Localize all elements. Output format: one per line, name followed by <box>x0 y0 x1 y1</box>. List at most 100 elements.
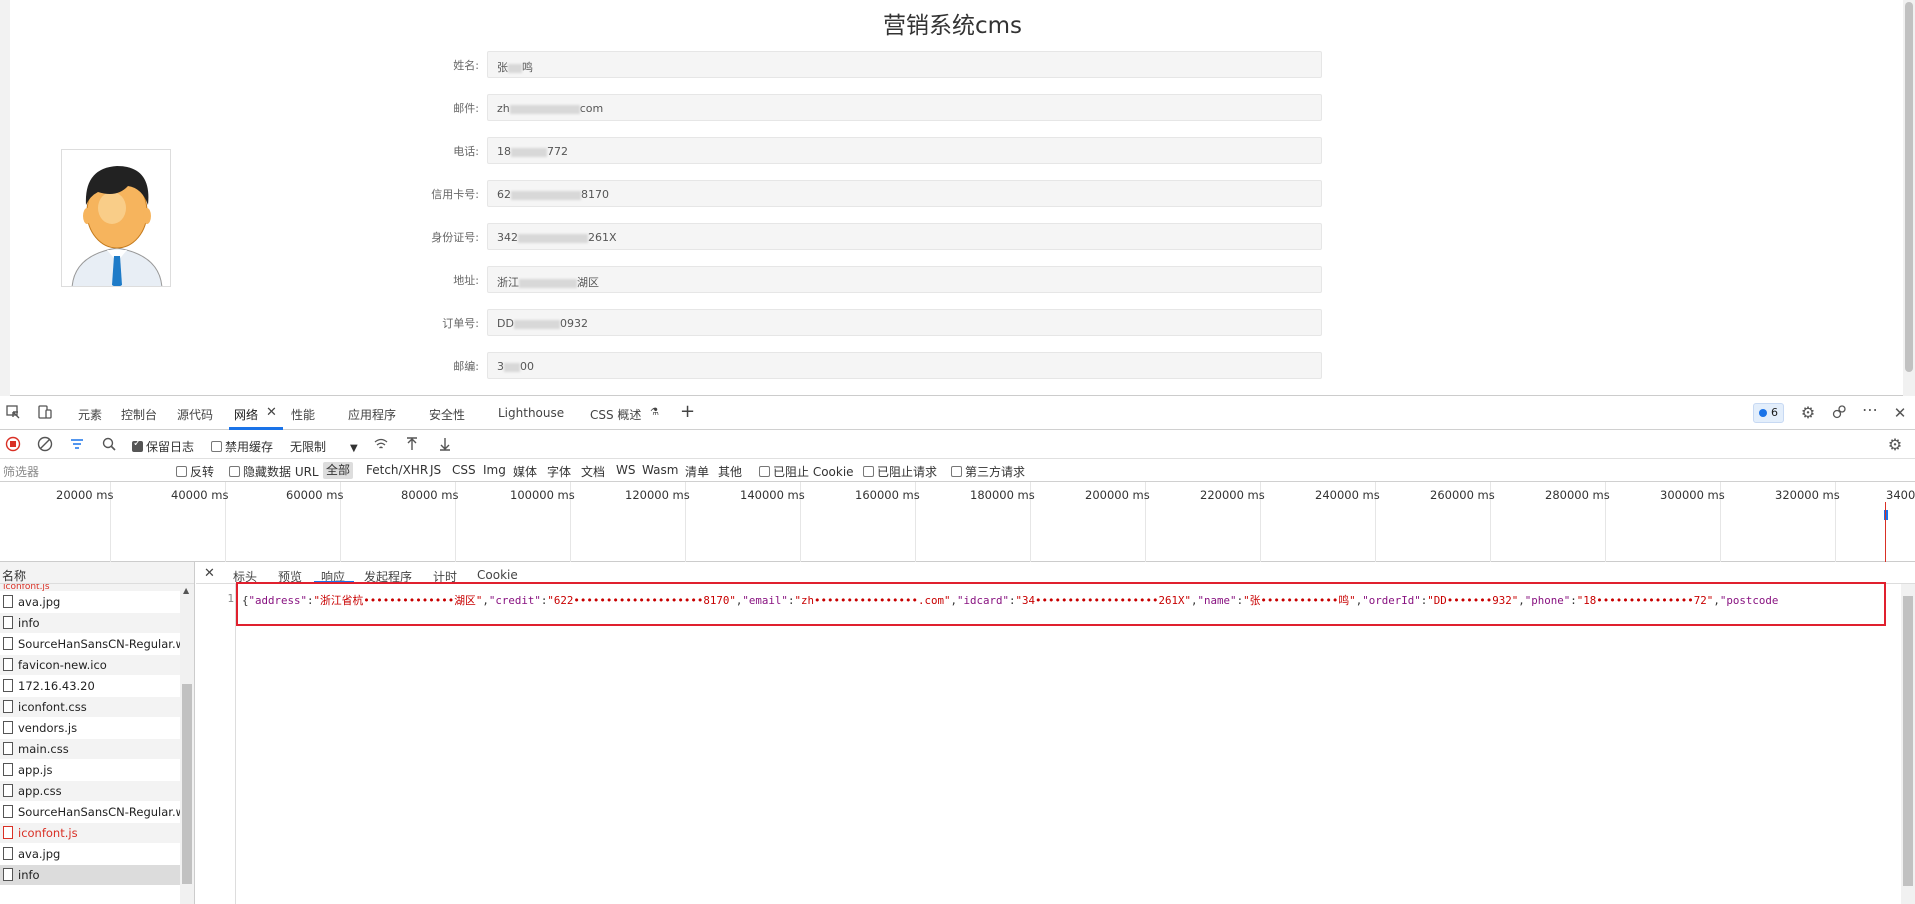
network-timeline[interactable]: 20000 ms 40000 ms 60000 ms 80000 ms 1000… <box>0 482 1915 562</box>
remote-devices-icon[interactable] <box>1830 404 1848 422</box>
blocked-cookies-checkbox[interactable]: 已阻止 Cookie <box>759 463 854 480</box>
filter-icon[interactable] <box>68 436 86 454</box>
tab-performance[interactable]: 性能 <box>291 406 315 423</box>
export-har-icon[interactable] <box>436 436 454 454</box>
tab-security[interactable]: 安全性 <box>429 406 465 423</box>
list-item[interactable]: iconfont.js <box>0 823 180 844</box>
issues-badge[interactable]: 6 <box>1753 403 1784 423</box>
page-scroll-thumb[interactable] <box>1905 2 1913 372</box>
timeline-tick: 100000 ms <box>510 488 575 502</box>
list-item[interactable]: app.js <box>0 760 180 781</box>
list-item[interactable]: iconfont.js <box>0 584 180 592</box>
phone-field[interactable]: 18 772 <box>487 137 1322 164</box>
field-label: 邮件: <box>453 102 479 115</box>
name-field[interactable]: 张鸣 <box>487 51 1322 78</box>
timeline-tick: 280000 ms <box>1545 488 1610 502</box>
order-id-field[interactable]: DD 0932 <box>487 309 1322 336</box>
tab-elements[interactable]: 元素 <box>78 406 102 423</box>
list-item-selected[interactable]: info <box>0 865 180 886</box>
tab-cookies[interactable]: Cookie <box>477 568 518 582</box>
filter-type-other[interactable]: 其他 <box>718 463 742 480</box>
chevron-down-icon: ▼ <box>350 443 358 454</box>
filter-type-wasm[interactable]: Wasm <box>642 463 678 477</box>
filter-type-ws[interactable]: WS <box>616 463 635 477</box>
filter-type-font[interactable]: 字体 <box>547 463 571 480</box>
email-field[interactable]: zh com <box>487 94 1322 121</box>
timeline-tick: 20000 ms <box>56 488 114 502</box>
tab-css-overview[interactable]: CSS 概述 <box>590 406 641 423</box>
form-row-credit: 信用卡号: 62 8170 <box>400 180 1322 207</box>
web-page: 营销系统cms 姓名: 张鸣 邮件: zh com 电话: 18 772 信用卡号:… <box>0 0 1915 396</box>
record-stop-icon[interactable] <box>4 436 22 454</box>
field-label: 地址: <box>453 274 479 287</box>
invert-checkbox[interactable]: 反转 <box>176 463 214 480</box>
clear-icon[interactable] <box>36 436 54 454</box>
request-list-scrollbar[interactable]: ▲ <box>180 584 194 904</box>
tab-lighthouse[interactable]: Lighthouse <box>498 406 564 420</box>
filter-type-media[interactable]: 媒体 <box>513 463 537 480</box>
filter-input[interactable]: 筛选器 <box>3 463 39 480</box>
tab-application[interactable]: 应用程序 <box>348 406 396 423</box>
filter-type-doc[interactable]: 文档 <box>581 463 605 480</box>
user-avatar-icon <box>62 150 170 286</box>
device-toolbar-icon[interactable] <box>36 404 54 422</box>
address-field[interactable]: 浙江 湖区 <box>487 266 1322 293</box>
disable-cache-checkbox[interactable]: 禁用缓存 <box>211 438 273 455</box>
devtools-panel: 元素 控制台 源代码 网络 ✕ 性能 应用程序 安全性 Lighthouse C… <box>0 396 1915 904</box>
id-card-field[interactable]: 342 261X <box>487 223 1322 250</box>
line-number-gutter <box>196 584 236 904</box>
third-party-checkbox[interactable]: 第三方请求 <box>951 463 1025 480</box>
list-item[interactable]: main.css <box>0 739 180 760</box>
form-row-email: 邮件: zh com <box>400 94 1322 121</box>
page-scrollbar[interactable] <box>1903 0 1915 396</box>
network-settings-icon[interactable]: ⚙ <box>1886 436 1904 454</box>
devtools-tabbar: 元素 控制台 源代码 网络 ✕ 性能 应用程序 安全性 Lighthouse C… <box>0 396 1915 430</box>
throttling-select[interactable]: 无限制 ▼ <box>290 438 358 455</box>
filter-type-js[interactable]: JS <box>430 463 441 477</box>
filter-type-manifest[interactable]: 清单 <box>685 463 709 480</box>
list-item[interactable]: favicon-new.ico <box>0 655 180 676</box>
timeline-tick: 300000 ms <box>1660 488 1725 502</box>
credit-card-field[interactable]: 62 8170 <box>487 180 1322 207</box>
list-item[interactable]: app.css <box>0 781 180 802</box>
tab-network[interactable]: 网络 <box>234 406 258 423</box>
form-row-idcard: 身份证号: 342 261X <box>400 223 1322 250</box>
response-scrollbar[interactable] <box>1901 584 1915 904</box>
list-item[interactable]: SourceHanSansCN-Regular.w... <box>0 802 180 823</box>
list-item[interactable]: 172.16.43.20 <box>0 676 180 697</box>
list-item[interactable]: vendors.js <box>0 718 180 739</box>
filter-type-img[interactable]: Img <box>483 463 506 477</box>
close-devtools-icon[interactable]: ✕ <box>1891 404 1909 422</box>
response-scroll-thumb[interactable] <box>1903 596 1913 886</box>
filter-type-css[interactable]: CSS <box>452 463 476 477</box>
list-item[interactable]: info <box>0 613 180 634</box>
filter-type-xhr[interactable]: Fetch/XHR <box>366 463 428 477</box>
tab-sources[interactable]: 源代码 <box>177 406 213 423</box>
line-number: 1 <box>227 592 234 605</box>
inspect-element-icon[interactable] <box>4 404 22 422</box>
hide-data-urls-checkbox[interactable]: 隐藏数据 URL <box>229 463 319 480</box>
search-icon[interactable] <box>100 436 118 454</box>
field-label: 姓名: <box>453 59 479 72</box>
name-column-header[interactable]: 名称 <box>0 562 194 584</box>
list-item[interactable]: SourceHanSansCN-Regular.w... <box>0 634 180 655</box>
list-item[interactable]: ava.jpg <box>0 844 180 865</box>
close-tab-icon[interactable]: ✕ <box>266 405 277 420</box>
timeline-tick: 200000 ms <box>1085 488 1150 502</box>
more-options-icon[interactable]: ⋯ <box>1861 401 1879 419</box>
preserve-log-checkbox[interactable]: 保留日志 <box>132 438 194 455</box>
request-list-scroll-thumb[interactable] <box>182 684 192 884</box>
gear-icon[interactable]: ⚙ <box>1799 404 1817 422</box>
tab-console[interactable]: 控制台 <box>121 406 157 423</box>
add-tab-icon[interactable]: + <box>680 401 695 422</box>
blocked-requests-checkbox[interactable]: 已阻止请求 <box>863 463 937 480</box>
network-conditions-icon[interactable] <box>372 436 390 454</box>
list-item[interactable]: ava.jpg <box>0 592 180 613</box>
filter-type-all[interactable]: 全部 <box>323 462 354 479</box>
timeline-tick: 3400 <box>1886 488 1915 502</box>
close-detail-icon[interactable]: ✕ <box>204 566 215 581</box>
list-item[interactable]: iconfont.css <box>0 697 180 718</box>
postcode-field[interactable]: 3 00 <box>487 352 1322 379</box>
import-har-icon[interactable] <box>403 436 421 454</box>
form-row-name: 姓名: 张鸣 <box>400 51 1322 78</box>
